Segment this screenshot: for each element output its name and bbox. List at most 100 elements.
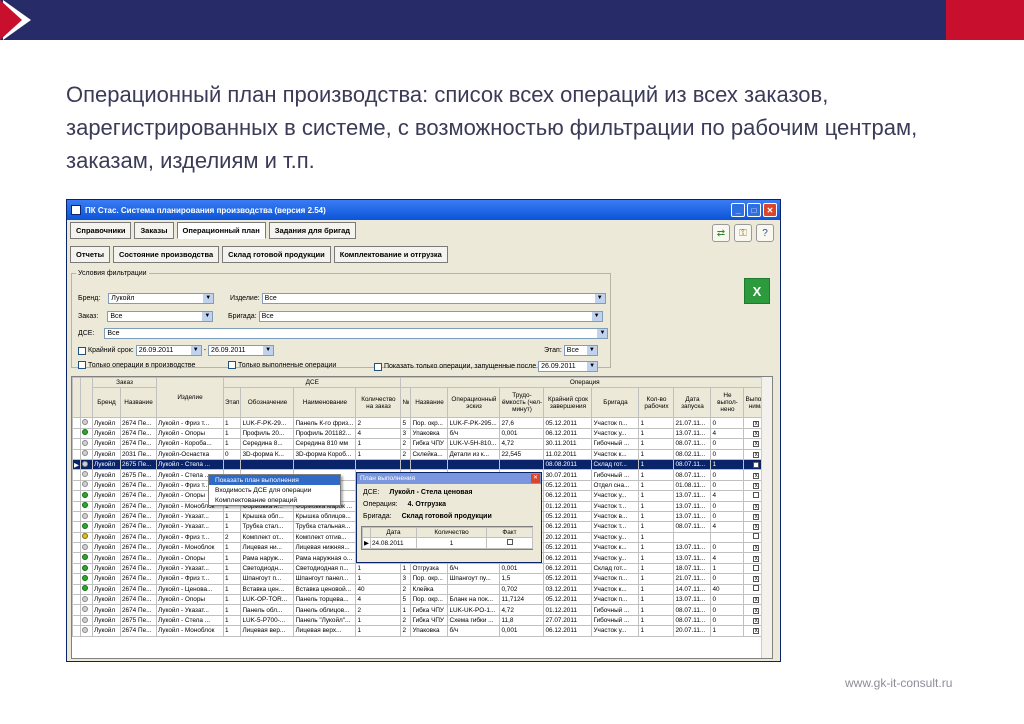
menu-item-show-plan[interactable]: Показать план выполнения bbox=[209, 475, 340, 485]
col-deadline[interactable]: Крайний срок завершения bbox=[543, 387, 593, 419]
stage-select[interactable]: Все ▼ bbox=[563, 345, 598, 356]
grid-cell[interactable]: Упаковка bbox=[410, 427, 449, 440]
table-row[interactable]: Лукойл 2674 Пе... Лукойл - Фриз т... 1 Шпанг… bbox=[72, 573, 770, 585]
grid-cell[interactable] bbox=[410, 458, 449, 471]
grid-cell[interactable]: 4,72 bbox=[499, 604, 545, 616]
grid-cell[interactable]: 22,545 bbox=[499, 448, 545, 460]
grid-cell[interactable]: 2031 Пе... bbox=[120, 448, 157, 460]
grid-cell[interactable]: 1 bbox=[710, 625, 745, 637]
grid-cell[interactable]: Склейка... bbox=[410, 448, 449, 460]
grid-cell[interactable]: 08.07.11... bbox=[673, 521, 712, 533]
grid-cell[interactable]: 2674 Пе... bbox=[120, 594, 157, 606]
grid-cell[interactable]: Лукойл - Указат... bbox=[156, 604, 224, 616]
grid-cell[interactable]: 08.08.2011 bbox=[543, 458, 593, 471]
grid-cell[interactable]: 1 bbox=[355, 614, 402, 627]
grid-cell[interactable]: Профиль 201182... bbox=[293, 427, 357, 440]
grid-cell[interactable]: 08.07.11... bbox=[673, 469, 712, 481]
grid-cell[interactable]: 1 bbox=[222, 583, 242, 596]
grid-cell[interactable]: 2674 Пе... bbox=[120, 417, 157, 429]
dse-select[interactable]: Все ▼ bbox=[104, 328, 609, 339]
grid-cell[interactable]: 05.12.2011 bbox=[543, 417, 593, 429]
grid-cell[interactable]: LUK-F-PK-295... bbox=[447, 417, 501, 429]
grid-cell[interactable]: Лукойл bbox=[92, 604, 121, 616]
grid-cell[interactable]: Гибочный ... bbox=[591, 614, 640, 627]
grid-cell[interactable]: 11.02.2011 bbox=[543, 448, 593, 460]
col-order-name[interactable]: Название bbox=[120, 387, 157, 419]
popup-col-date[interactable]: Дата bbox=[370, 526, 417, 539]
tab-orders[interactable]: Заказы bbox=[134, 222, 174, 239]
grid-cell[interactable]: 1 bbox=[355, 438, 402, 450]
grid-cell[interactable]: Участок у... bbox=[591, 490, 640, 502]
date-to-picker[interactable]: 26.09.2011 ▼ bbox=[208, 345, 275, 356]
done-checkbox[interactable]: x bbox=[753, 462, 760, 469]
grid-cell[interactable]: 05.12.2011 bbox=[543, 542, 593, 554]
grid-cell[interactable]: 1 bbox=[638, 469, 675, 481]
grid-cell[interactable]: Трубка стальная... bbox=[293, 521, 357, 533]
grid-cell[interactable]: 3D-форма К... bbox=[240, 448, 295, 460]
grid-cell[interactable]: 0 bbox=[222, 448, 242, 460]
grid-cell[interactable]: 01.08.11... bbox=[673, 479, 712, 492]
grid-cell[interactable]: Лицевая нижняя... bbox=[293, 542, 357, 554]
done-checkbox[interactable]: x bbox=[753, 607, 760, 614]
grid-cell[interactable]: Лукойл - Стела ... bbox=[156, 458, 224, 471]
tab-production-state[interactable]: Состояние производства bbox=[113, 246, 220, 263]
grid-cell[interactable]: 06.12.2011 bbox=[543, 562, 593, 575]
grid-cell[interactable]: 1 bbox=[222, 573, 242, 585]
tab-references[interactable]: Справочники bbox=[70, 222, 132, 239]
grid-cell[interactable]: 2 bbox=[400, 583, 412, 596]
tab-operational-plan[interactable]: Операционный план bbox=[176, 222, 266, 239]
users-key-icon[interactable]: ⚿ bbox=[734, 224, 752, 242]
grid-cell[interactable]: 1 bbox=[222, 438, 242, 450]
only-completed-checkbox[interactable] bbox=[228, 361, 236, 369]
group-header-order[interactable]: Заказ bbox=[92, 377, 157, 389]
col-stage[interactable]: Этап bbox=[222, 387, 242, 419]
grid-cell[interactable]: 5 bbox=[400, 417, 412, 429]
grid-cell[interactable]: Лукойл bbox=[92, 417, 121, 429]
grid-cell[interactable]: 3D-форма Корoб... bbox=[293, 448, 357, 460]
grid-cell[interactable]: 40 bbox=[710, 583, 745, 596]
grid-cell[interactable]: Участок у... bbox=[591, 531, 640, 544]
grid-cell[interactable]: Участок к... bbox=[591, 583, 640, 596]
grid-cell[interactable]: 2674 Пе... bbox=[120, 438, 157, 450]
grid-cell[interactable]: 1 bbox=[222, 542, 242, 554]
grid-cell[interactable]: Лукойл bbox=[92, 490, 121, 502]
grid-cell[interactable]: 1 bbox=[355, 448, 402, 460]
grid-cell[interactable]: Середина 8... bbox=[240, 438, 295, 450]
grid-cell[interactable]: 1 bbox=[222, 510, 242, 523]
grid-cell[interactable]: Лукойл bbox=[92, 469, 121, 481]
group-header-product[interactable]: Изделие bbox=[156, 377, 224, 419]
grid-cell[interactable]: 1 bbox=[222, 604, 242, 616]
grid-cell[interactable]: Гибочный ... bbox=[591, 604, 640, 616]
grid-cell[interactable]: 1 bbox=[638, 521, 675, 533]
grid-cell[interactable]: Лукойл bbox=[92, 458, 121, 471]
grid-cell[interactable]: Гибочный ... bbox=[591, 438, 640, 450]
done-checkbox[interactable] bbox=[753, 585, 760, 592]
grid-cell[interactable]: 05.12.2011 bbox=[543, 479, 593, 492]
col-op-name[interactable]: Название bbox=[410, 387, 449, 419]
grid-cell[interactable]: Участок у... bbox=[591, 552, 640, 564]
grid-cell[interactable]: Участок п... bbox=[591, 573, 640, 585]
table-row[interactable]: Лукойл 2674 Пе... Лукойл - Указат... 1 Панел… bbox=[72, 604, 770, 616]
grid-cell[interactable]: 2674 Пе... bbox=[120, 479, 157, 492]
grid-cell[interactable]: 1 bbox=[638, 500, 675, 512]
grid-cell[interactable]: Лукойл - Опоры bbox=[156, 552, 224, 564]
col-naming[interactable]: Наименование bbox=[293, 387, 357, 419]
grid-cell[interactable]: 08.07.11... bbox=[673, 604, 712, 616]
done-checkbox[interactable]: x bbox=[753, 524, 760, 531]
only-in-production-checkbox[interactable] bbox=[78, 361, 86, 369]
grid-cell[interactable]: 2 bbox=[400, 625, 412, 637]
grid-cell[interactable]: 1 bbox=[638, 479, 675, 492]
grid-cell[interactable] bbox=[293, 458, 357, 471]
grid-cell[interactable]: 1,5 bbox=[499, 573, 545, 585]
grid-cell[interactable]: 06.12.2011 bbox=[543, 552, 593, 564]
grid-cell[interactable]: Участок у... bbox=[591, 625, 640, 637]
grid-cell[interactable] bbox=[355, 458, 402, 471]
popup-close-button[interactable]: ✕ bbox=[531, 474, 540, 483]
fact-checkbox[interactable] bbox=[506, 539, 513, 546]
grid-cell[interactable]: б/ч bbox=[447, 625, 501, 637]
grid-cell[interactable]: Панель К-го фриз... bbox=[293, 417, 357, 429]
grid-cell[interactable]: 1 bbox=[638, 583, 675, 596]
grid-cell[interactable]: Участок к... bbox=[591, 448, 640, 460]
menu-item-assembly[interactable]: Комплектование операций bbox=[209, 495, 340, 505]
done-checkbox[interactable] bbox=[753, 491, 760, 498]
